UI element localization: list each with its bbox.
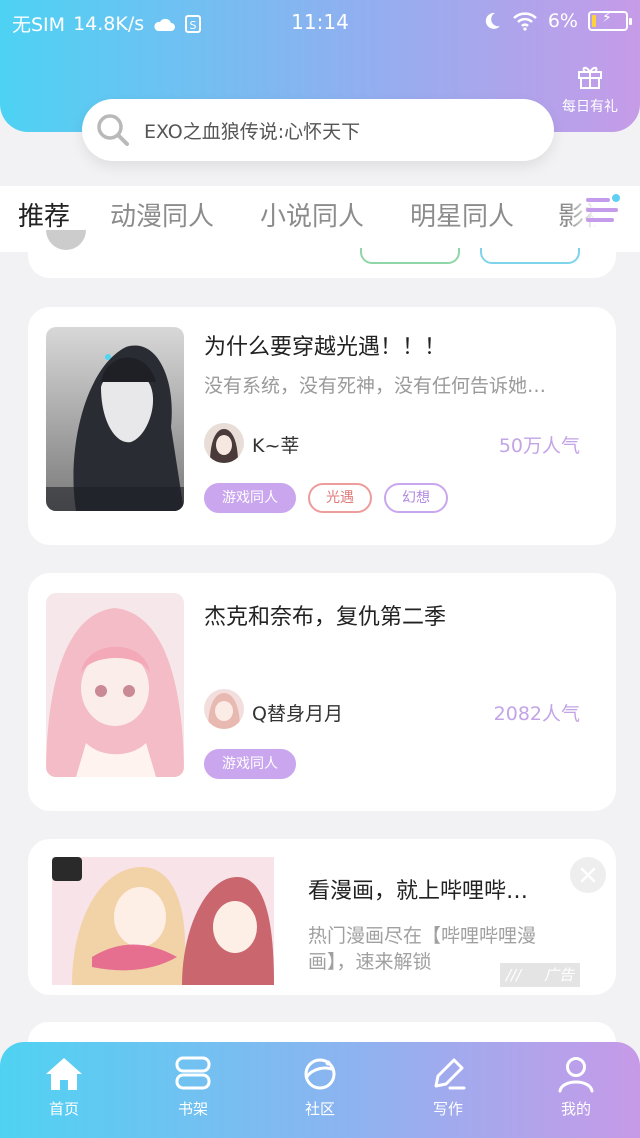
search-bar[interactable]: EXO之血狼传说:心怀天下 (82, 99, 554, 161)
category-menu-icon[interactable] (582, 192, 622, 228)
tag-partial (360, 248, 460, 264)
close-ad-button[interactable] (570, 857, 606, 893)
gift-icon (578, 66, 602, 89)
author-name[interactable]: Q替身月月 (252, 699, 343, 726)
home-icon (46, 1058, 82, 1090)
search-icon (97, 114, 129, 146)
status-bar: 无SIM 14.8K/s S 11:14 6% ⚡ (0, 0, 640, 44)
nav-write-label: 写作 (432, 1100, 463, 1118)
wifi-icon (512, 12, 537, 31)
nav-community[interactable]: 社区 (275, 1054, 365, 1119)
bottom-navigation: 首页 书架 社区 写作 我的 (0, 1042, 640, 1138)
nav-profile[interactable]: 我的 (531, 1054, 621, 1119)
story-description: 没有系统，没有死神，没有任何告诉她… (204, 375, 547, 397)
gift-label: 每日有礼 (562, 99, 618, 115)
ad-badge: /// 广告 (500, 963, 580, 987)
ad-image[interactable] (52, 857, 274, 985)
tag-game-fanfic[interactable]: 游戏同人 (204, 483, 296, 513)
author-name[interactable]: K~莘 (252, 431, 299, 458)
ad-logo-icon: /// (506, 966, 522, 984)
nav-home-label: 首页 (48, 1100, 79, 1118)
battery-icon: ⚡ (588, 10, 632, 31)
author-avatar[interactable] (204, 423, 244, 463)
bookshelf-icon (175, 1056, 211, 1090)
nav-write[interactable]: 写作 (403, 1054, 493, 1119)
daily-gift-button[interactable]: 每日有礼 (554, 62, 626, 116)
tag-list: 游戏同人 光遇 幻想 (204, 483, 448, 513)
story-cover[interactable] (46, 327, 184, 511)
author-avatar[interactable] (204, 689, 244, 729)
ad-badge-label: 广告 (543, 966, 574, 984)
nav-bookshelf-label: 书架 (177, 1100, 208, 1118)
story-card[interactable]: 杰克和奈布，复仇第二季 Q替身月月 2082人气 游戏同人 (28, 573, 616, 811)
story-title[interactable]: 杰克和奈布，复仇第二季 (204, 599, 446, 631)
nav-profile-label: 我的 (560, 1100, 591, 1118)
tag-list: 游戏同人 (204, 749, 296, 779)
partial-story-card[interactable] (28, 230, 616, 278)
nav-home[interactable]: 首页 (19, 1054, 109, 1119)
search-placeholder: EXO之血狼传说:心怀天下 (144, 120, 361, 143)
popularity-count: 50万人气 (498, 435, 580, 457)
tab-celebrity-fanfic[interactable]: 明星同人 (410, 196, 514, 233)
story-title[interactable]: 为什么要穿越光遇！！！ (204, 329, 446, 361)
nav-bookshelf[interactable]: 书架 (148, 1054, 238, 1119)
tag-partial (480, 248, 580, 264)
tag-fantasy[interactable]: 幻想 (384, 483, 448, 513)
tab-recommend[interactable]: 推荐 (18, 196, 70, 233)
popularity-count: 2082人气 (493, 703, 580, 725)
user-icon (558, 1057, 594, 1093)
nav-community-label: 社区 (304, 1100, 335, 1118)
story-cover[interactable] (46, 593, 184, 777)
battery-percent: 6% (547, 10, 578, 32)
tag-game-fanfic[interactable]: 游戏同人 (204, 749, 296, 779)
tab-anime-fanfic[interactable]: 动漫同人 (110, 196, 214, 233)
moon-icon (485, 12, 500, 29)
story-card[interactable]: 为什么要穿越光遇！！！ 没有系统，没有死神，没有任何告诉她… K~莘 50万人气… (28, 307, 616, 545)
tab-novel-fanfic[interactable]: 小说同人 (260, 196, 364, 233)
close-icon (580, 867, 596, 883)
pen-icon (434, 1058, 466, 1090)
tag-sky[interactable]: 光遇 (308, 483, 372, 513)
ad-card[interactable]: 看漫画，就上哔哩哔… 热门漫画尽在【哔哩哔哩漫画】，速来解锁 /// 广告 (28, 839, 616, 995)
avatar (46, 230, 86, 250)
planet-icon (304, 1058, 336, 1090)
status-right: 6% ⚡ (482, 10, 632, 32)
ad-title[interactable]: 看漫画，就上哔哩哔… (308, 873, 528, 905)
